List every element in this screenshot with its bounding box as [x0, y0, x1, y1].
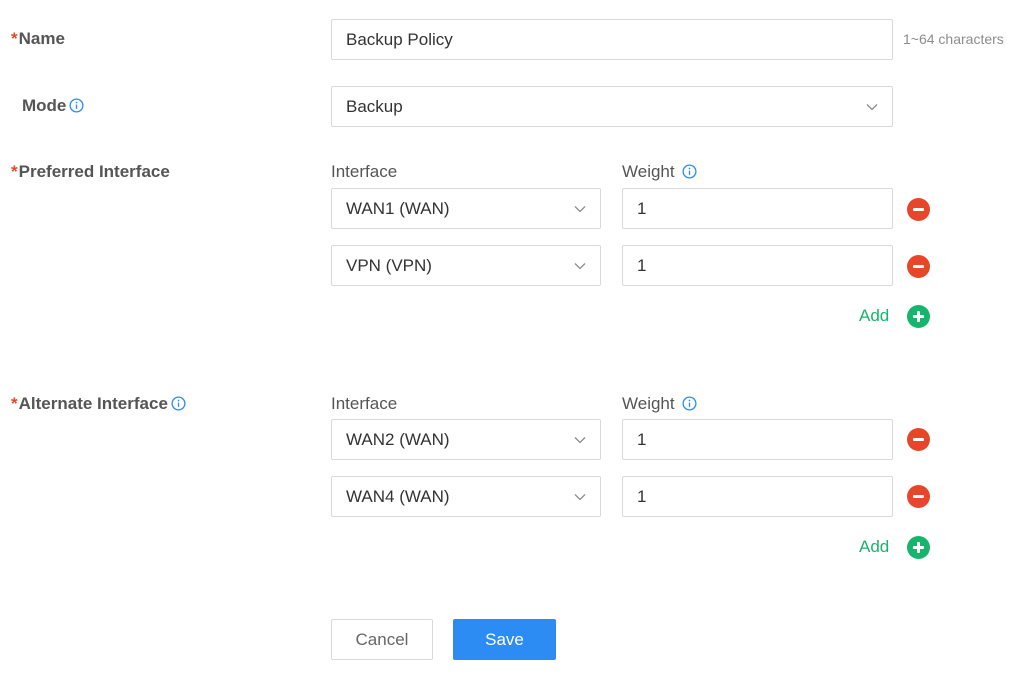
- minus-circle-icon: [913, 495, 924, 498]
- save-button[interactable]: Save: [453, 619, 556, 660]
- alternate-interface-label: *Alternate Interface: [11, 394, 186, 414]
- mode-select-value: Backup: [346, 96, 403, 116]
- preferred-weight-input-2[interactable]: 1: [622, 245, 893, 286]
- mode-select[interactable]: Backup: [331, 86, 893, 127]
- alternate-weight-header: Weight: [622, 394, 697, 414]
- chevron-down-icon: [574, 436, 586, 443]
- chevron-down-icon: [866, 103, 878, 110]
- mode-label: Mode: [22, 96, 84, 116]
- info-icon[interactable]: [69, 98, 84, 113]
- chevron-down-icon: [574, 262, 586, 269]
- remove-preferred-row-2-button[interactable]: [907, 255, 930, 278]
- preferred-interface-select-2[interactable]: VPN (VPN): [331, 245, 601, 286]
- alternate-add-link[interactable]: Add: [859, 537, 889, 557]
- minus-circle-icon: [913, 265, 924, 268]
- preferred-weight-header: Weight: [622, 162, 697, 182]
- chevron-down-icon: [574, 493, 586, 500]
- plus-circle-icon: [913, 311, 924, 322]
- preferred-add-button[interactable]: [907, 305, 930, 328]
- remove-alternate-row-1-button[interactable]: [907, 428, 930, 451]
- info-icon[interactable]: [171, 396, 186, 411]
- info-icon[interactable]: [682, 396, 697, 411]
- minus-circle-icon: [913, 438, 924, 441]
- alternate-interface-select-1[interactable]: WAN2 (WAN): [331, 419, 601, 460]
- info-icon[interactable]: [682, 164, 697, 179]
- alternate-weight-input-1[interactable]: 1: [622, 419, 893, 460]
- minus-circle-icon: [913, 208, 924, 211]
- alternate-add-button[interactable]: [907, 536, 930, 559]
- chevron-down-icon: [574, 205, 586, 212]
- remove-preferred-row-1-button[interactable]: [907, 198, 930, 221]
- preferred-add-link[interactable]: Add: [859, 306, 889, 326]
- preferred-weight-input-1[interactable]: 1: [622, 188, 893, 229]
- required-mark: *: [11, 394, 18, 413]
- required-mark: *: [11, 162, 18, 181]
- alternate-interface-header: Interface: [331, 394, 398, 413]
- name-input[interactable]: Backup Policy: [331, 19, 893, 60]
- preferred-interface-select-1[interactable]: WAN1 (WAN): [331, 188, 601, 229]
- preferred-interface-label: *Preferred Interface: [11, 162, 170, 181]
- name-hint: 1~64 characters: [903, 31, 1004, 47]
- alternate-interface-select-2[interactable]: WAN4 (WAN): [331, 476, 601, 517]
- name-input-value: Backup Policy: [346, 29, 453, 49]
- cancel-button[interactable]: Cancel: [331, 619, 433, 660]
- required-mark: *: [11, 29, 18, 48]
- remove-alternate-row-2-button[interactable]: [907, 485, 930, 508]
- preferred-interface-header: Interface: [331, 162, 398, 181]
- plus-circle-icon: [913, 542, 924, 553]
- alternate-weight-input-2[interactable]: 1: [622, 476, 893, 517]
- name-label: *Name: [11, 29, 65, 48]
